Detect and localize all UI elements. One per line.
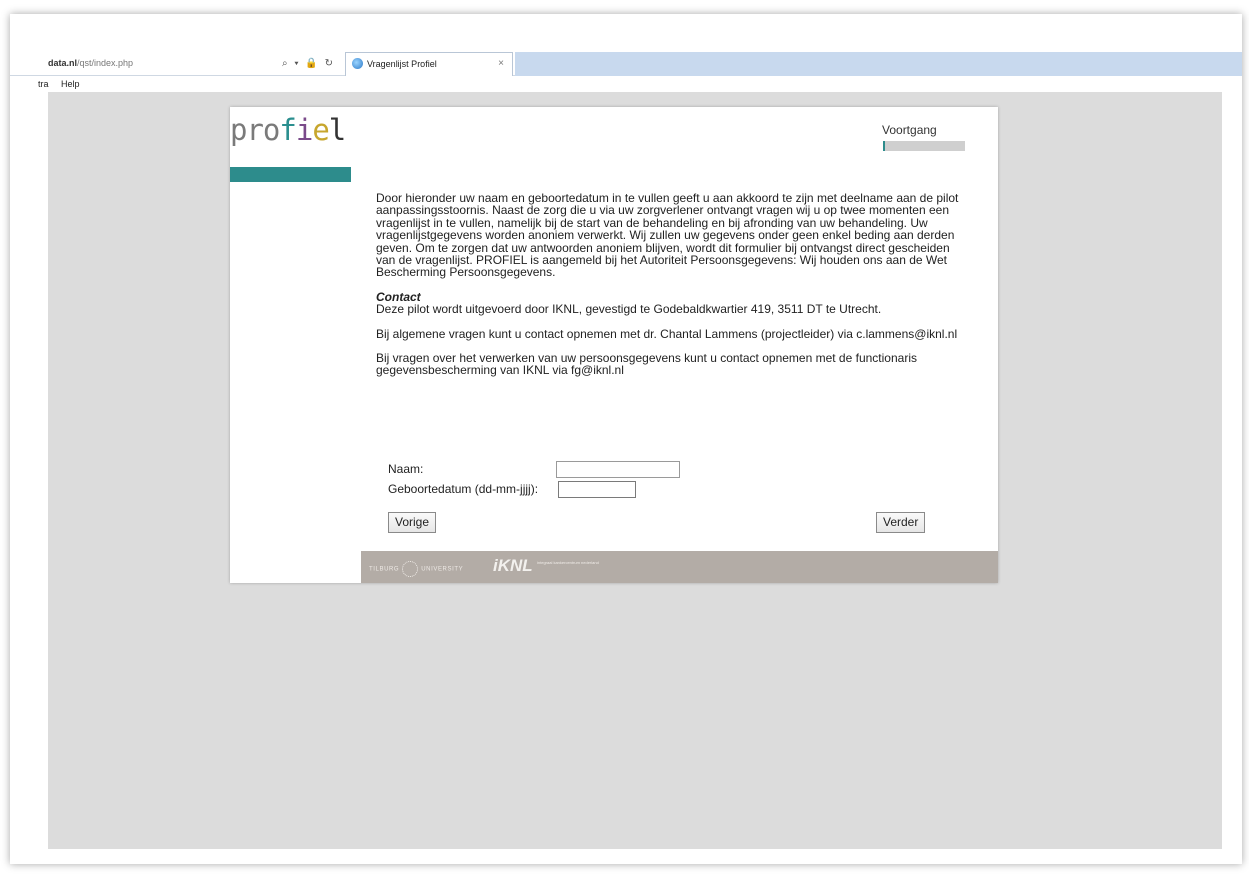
privacy-questions-paragraph: Bij vragen over het verwerken van uw per… bbox=[376, 351, 917, 378]
dob-label: Geboortedatum (dd-mm-jjjj): bbox=[388, 482, 539, 496]
tilburg-text-left: TILBURG bbox=[369, 566, 400, 573]
accent-bar bbox=[230, 167, 351, 182]
university-seal-icon bbox=[402, 561, 419, 577]
ie-page-icon bbox=[352, 58, 363, 70]
questionnaire-card: profiel Voortgang Door hieronder uw naam… bbox=[230, 107, 998, 583]
tilburg-text-right: UNIVERSITY bbox=[421, 566, 464, 573]
consent-text: Door hieronder uw naam en geboortedatum … bbox=[376, 192, 961, 389]
dob-input[interactable] bbox=[558, 481, 636, 498]
logo-part-pro: pro bbox=[230, 113, 280, 147]
progress-bar bbox=[883, 141, 965, 151]
tab-close-icon[interactable]: × bbox=[498, 53, 504, 75]
iknl-logo-subtitle: integraal kankercentrum nederland bbox=[537, 560, 599, 565]
menu-item-extra[interactable]: tra bbox=[38, 79, 49, 89]
next-button[interactable]: Verder bbox=[876, 512, 926, 533]
address-path: /qst/index.php bbox=[77, 58, 134, 68]
menu-item-help[interactable]: Help bbox=[61, 79, 80, 89]
browser-tab-active[interactable]: Vragenlijst Profiel × bbox=[345, 52, 513, 76]
iknl-logo: iKNL bbox=[493, 556, 533, 575]
browser-toolbar: data.nl/qst/index.php ⌕ ▾ 🔒 ↻ Vragenlijs… bbox=[10, 52, 1242, 76]
dob-row: Geboortedatum (dd-mm-jjjj): bbox=[376, 480, 968, 500]
general-questions-paragraph: Bij algemene vragen kunt u contact opnem… bbox=[376, 326, 958, 341]
identification-form: Naam: Geboortedatum (dd-mm-jjjj): Vorige… bbox=[376, 460, 968, 533]
address-actions-icon[interactable]: ⌕ ▾ 🔒 ↻ bbox=[282, 55, 335, 72]
contact-paragraph: Deze pilot wordt uitgevoerd door IKNL, g… bbox=[376, 302, 882, 317]
menu-bar: tra Help bbox=[10, 77, 1242, 91]
tab-strip[interactable] bbox=[515, 52, 1242, 76]
previous-button[interactable]: Vorige bbox=[388, 512, 437, 533]
logo-part-i: i bbox=[295, 113, 313, 147]
progress-bar-fill bbox=[883, 141, 886, 151]
screenshot-frame: data.nl/qst/index.php ⌕ ▾ 🔒 ↻ Vragenlijs… bbox=[10, 14, 1242, 864]
address-domain: data.nl bbox=[48, 58, 78, 68]
footer-band: TILBURG UNIVERSITY iKNL integraal kankerc… bbox=[361, 551, 998, 583]
tilburg-university-logo: TILBURG UNIVERSITY bbox=[369, 561, 463, 577]
intro-paragraph: Door hieronder uw naam en geboortedatum … bbox=[376, 191, 959, 280]
logo-part-l: l bbox=[328, 113, 346, 147]
name-input[interactable] bbox=[556, 461, 680, 478]
name-label: Naam: bbox=[388, 462, 424, 476]
logo-part-f: f bbox=[279, 113, 296, 147]
page-viewport: profiel Voortgang Door hieronder uw naam… bbox=[48, 92, 1222, 849]
logo-part-e: e bbox=[312, 113, 329, 147]
tab-title: Vragenlijst Profiel bbox=[367, 59, 437, 69]
profiel-logo: profiel bbox=[230, 113, 346, 147]
name-row: Naam: bbox=[376, 460, 968, 480]
progress-label: Voortgang bbox=[882, 123, 937, 137]
